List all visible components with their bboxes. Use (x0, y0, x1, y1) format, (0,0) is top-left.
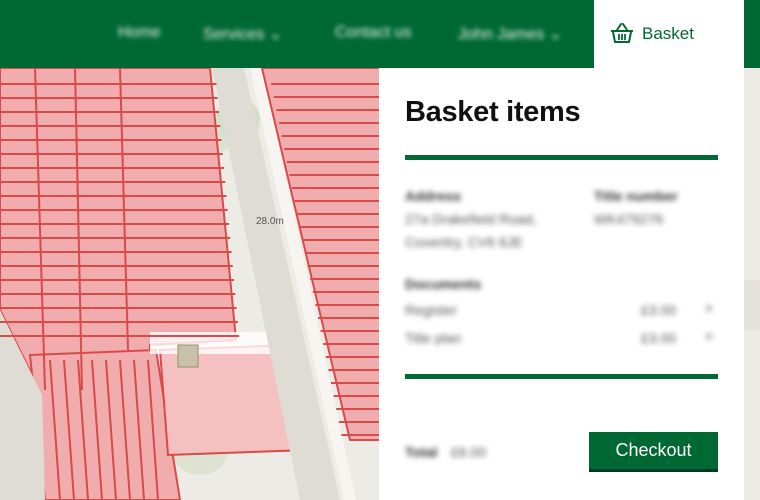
nav-account-label: John James (458, 26, 545, 43)
divider-bottom (405, 374, 718, 379)
basket-label: Basket (642, 24, 694, 43)
documents-heading: Documents (405, 276, 482, 292)
top-navigation: Home Services ⌄ Contact us John James ⌄ … (0, 0, 760, 68)
nav-services-link[interactable]: Services ⌄ (203, 24, 282, 44)
nav-contact-link[interactable]: Contact us (335, 24, 411, 42)
title-number-value: WK479276 (594, 211, 664, 227)
nav-account-link[interactable]: John James ⌄ (458, 24, 562, 44)
road-label: 28.0m (256, 216, 284, 227)
title-number-heading: Title number (594, 188, 678, 204)
remove-document-button[interactable]: × (705, 328, 713, 344)
document-price: £3.00 (641, 302, 677, 318)
nav-services-label: Services (203, 26, 265, 43)
address-line-1: 27a Drakefield Road, (405, 211, 537, 227)
address-line-2: Coventry, CV6 6JE (405, 234, 524, 250)
total-label: Total (405, 444, 438, 460)
basket-panel: Basket items Address 27a Drakefield Road… (379, 68, 744, 500)
address-heading: Address (405, 188, 462, 204)
chevron-down-icon: ⌄ (268, 26, 283, 43)
document-price: £3.00 (641, 330, 677, 346)
svg-text:28.0m: 28.0m (256, 216, 284, 227)
document-name: Register (405, 302, 458, 318)
document-name: Title plan (405, 330, 462, 346)
basket-count-badge: 2 (724, 24, 733, 41)
checkout-button[interactable]: Checkout (589, 432, 718, 472)
basket-title: Basket items (405, 96, 581, 128)
basket-icon (611, 23, 633, 43)
divider-top (405, 155, 718, 160)
remove-document-button[interactable]: × (705, 300, 713, 316)
total-value: £6.00 (451, 444, 487, 460)
basket-tab[interactable]: Basket (594, 0, 744, 68)
chevron-down-icon: ⌄ (548, 26, 563, 43)
nav-home-link[interactable]: Home (118, 24, 161, 42)
